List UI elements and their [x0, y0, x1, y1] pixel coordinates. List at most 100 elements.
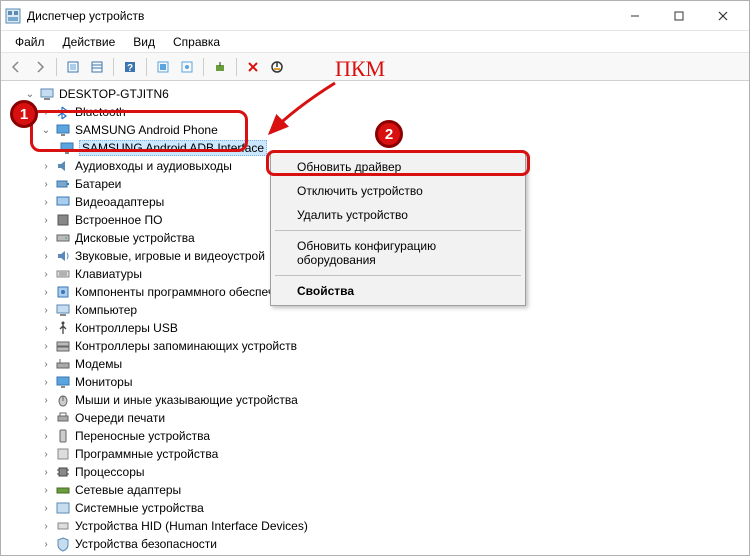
ctx-remove-device[interactable]: Удалить устройство	[273, 203, 523, 227]
ctx-scan-hardware[interactable]: Обновить конфигурацию оборудования	[273, 234, 523, 272]
menu-help[interactable]: Справка	[165, 33, 228, 51]
view-button[interactable]	[86, 56, 108, 78]
expand-icon[interactable]: ›	[39, 105, 53, 119]
tree-label: Устройства безопасности	[75, 537, 217, 551]
tree-label: Звуковые, игровые и видеоустрой	[75, 249, 265, 263]
tree-label: Мониторы	[75, 375, 132, 389]
tree-label: Переносные устройства	[75, 429, 210, 443]
expand-icon[interactable]: ›	[39, 429, 53, 443]
minimize-button[interactable]	[613, 2, 657, 30]
tree-label: Клавиатуры	[75, 267, 142, 281]
tree-node-other[interactable]: › Программные устройства	[1, 445, 749, 463]
expand-icon[interactable]: ›	[39, 483, 53, 497]
tree-root[interactable]: ⌄ DESKTOP-GTJITN6	[1, 85, 749, 103]
expand-icon[interactable]: ›	[39, 285, 53, 299]
expand-icon[interactable]: ›	[39, 465, 53, 479]
tree-node-hid[interactable]: › Устройства HID (Human Interface Devices…	[1, 517, 749, 535]
expand-icon[interactable]: ⌄	[39, 123, 53, 137]
disable-button[interactable]	[266, 56, 288, 78]
expand-icon[interactable]: ›	[39, 159, 53, 173]
tree-label: Программные устройства	[75, 447, 218, 461]
close-button[interactable]	[701, 2, 745, 30]
ctx-separator	[275, 275, 521, 276]
ctx-disable-device[interactable]: Отключить устройство	[273, 179, 523, 203]
tree-node-mice[interactable]: ›Мыши и иные указывающие устройства	[1, 391, 749, 409]
ctx-properties[interactable]: Свойства	[273, 279, 523, 303]
back-button[interactable]	[5, 56, 27, 78]
tree-label: Видеоадаптеры	[75, 195, 164, 209]
expand-icon[interactable]: ›	[39, 411, 53, 425]
expand-icon[interactable]: ›	[39, 375, 53, 389]
storage-icon	[55, 338, 71, 354]
tree-label: Аудиовходы и аудиовыходы	[75, 159, 232, 173]
monitor-icon	[55, 374, 71, 390]
tree-label: Модемы	[75, 357, 122, 371]
tree-node-storage[interactable]: ›Контроллеры запоминающих устройств	[1, 337, 749, 355]
forward-button[interactable]	[29, 56, 51, 78]
tree-label: Компоненты программного обеспечения	[75, 285, 301, 299]
menu-action[interactable]: Действие	[55, 33, 124, 51]
show-hidden-button[interactable]	[62, 56, 84, 78]
expand-icon[interactable]: ›	[39, 501, 53, 515]
tree-node-cpu[interactable]: ›Процессоры	[1, 463, 749, 481]
security-icon	[55, 536, 71, 552]
software-icon	[55, 446, 71, 462]
expand-icon[interactable]: ›	[39, 447, 53, 461]
tree-node-samsung-phone[interactable]: ⌄ SAMSUNG Android Phone	[1, 121, 749, 139]
app-icon	[5, 8, 21, 24]
expand-icon[interactable]: ›	[39, 393, 53, 407]
mouse-icon	[55, 392, 71, 408]
tree-label: Очереди печати	[75, 411, 165, 425]
battery-icon	[55, 176, 71, 192]
monitor-icon	[59, 140, 75, 156]
expand-icon[interactable]: ›	[39, 267, 53, 281]
tree-node-usb[interactable]: › Контроллеры USB	[1, 319, 749, 337]
refresh-button[interactable]	[152, 56, 174, 78]
expand-icon[interactable]: ⌄	[23, 87, 37, 101]
tree-label: Сетевые адаптеры	[75, 483, 181, 497]
expand-icon[interactable]: ›	[39, 519, 53, 533]
window-controls	[613, 2, 745, 30]
expand-icon[interactable]: ›	[39, 231, 53, 245]
expand-icon[interactable]: ›	[39, 249, 53, 263]
help-button[interactable]: ?	[119, 56, 141, 78]
tree-node-net[interactable]: › Сетевые адаптеры	[1, 481, 749, 499]
expand-icon[interactable]: ›	[39, 195, 53, 209]
ctx-update-driver[interactable]: Обновить драйвер	[273, 155, 523, 179]
pc-icon	[55, 302, 71, 318]
tree-node-printqueue[interactable]: › Очереди печати	[1, 409, 749, 427]
toolbar-separator	[146, 58, 147, 76]
expand-icon[interactable]: ›	[39, 357, 53, 371]
tree-label: Системные устройства	[75, 501, 204, 515]
expand-icon[interactable]: ›	[39, 339, 53, 353]
expand-icon[interactable]: ›	[39, 213, 53, 227]
expand-icon[interactable]: ›	[39, 537, 53, 551]
tree-label: Устройства HID (Human Interface Devices)	[75, 519, 308, 533]
tree-node-portable[interactable]: › Переносные устройства	[1, 427, 749, 445]
tree-node-monitors[interactable]: › Мониторы	[1, 373, 749, 391]
disk-icon	[55, 230, 71, 246]
expand-icon[interactable]: ›	[39, 303, 53, 317]
toolbar-separator	[113, 58, 114, 76]
menu-file[interactable]: Файл	[7, 33, 53, 51]
tree-node-modems[interactable]: › Модемы	[1, 355, 749, 373]
menu-view[interactable]: Вид	[125, 33, 163, 51]
uninstall-button[interactable]	[242, 56, 264, 78]
expand-icon[interactable]: ›	[39, 321, 53, 335]
bluetooth-icon	[55, 104, 71, 120]
tree-node-system[interactable]: › Системные устройства	[1, 499, 749, 517]
tree-label: Контроллеры USB	[75, 321, 178, 335]
maximize-button[interactable]	[657, 2, 701, 30]
audio-icon	[55, 158, 71, 174]
chip-icon	[55, 212, 71, 228]
usb-icon	[55, 320, 71, 336]
tree-node-security[interactable]: › Устройства безопасности	[1, 535, 749, 553]
hid-icon	[55, 518, 71, 534]
expand-icon[interactable]: ›	[39, 177, 53, 191]
monitor-icon	[55, 122, 71, 138]
scan-button[interactable]	[209, 56, 231, 78]
toolbar: ?	[1, 53, 749, 81]
properties-button[interactable]	[176, 56, 198, 78]
svg-text:?: ?	[127, 63, 133, 74]
tree-node-bluetooth[interactable]: › Bluetooth	[1, 103, 749, 121]
